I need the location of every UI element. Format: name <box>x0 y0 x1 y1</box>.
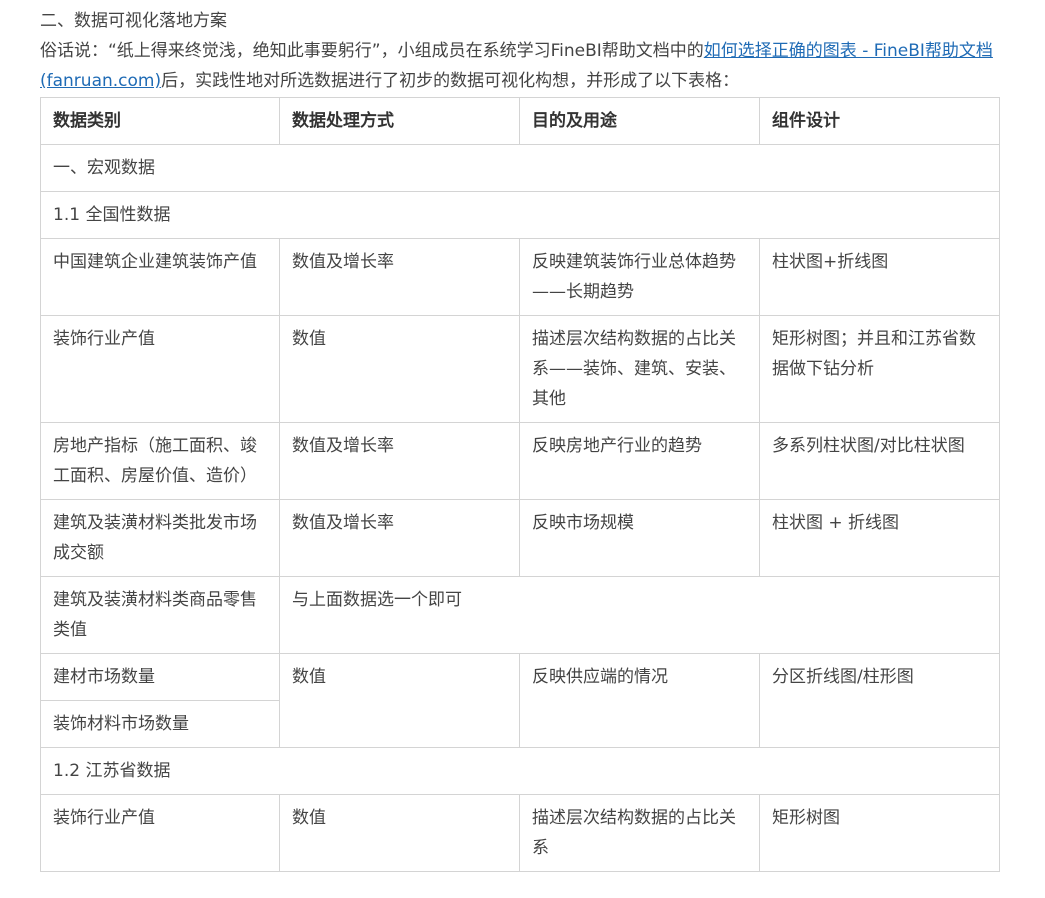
section-row: 1.1 全国性数据 <box>40 191 1000 239</box>
cell-method: 数值 <box>279 315 520 423</box>
cell-category: 房地产指标（施工面积、竣工面积、房屋价值、造价） <box>40 422 280 500</box>
cell-purpose: 描述层次结构数据的占比关系 <box>519 794 760 872</box>
cell-purpose: 描述层次结构数据的占比关系——装饰、建筑、安装、其他 <box>519 315 760 423</box>
cell-method: 数值及增长率 <box>279 422 520 500</box>
cell-method: 数值及增长率 <box>279 238 520 316</box>
table-row: 装饰行业产值 数值 描述层次结构数据的占比关系——装饰、建筑、安装、其他 矩形树… <box>40 315 1000 423</box>
cell-purpose: 反映房地产行业的趋势 <box>519 422 760 500</box>
table-row: 中国建筑企业建筑装饰产值 数值及增长率 反映建筑装饰行业总体趋势——长期趋势 柱… <box>40 238 1000 316</box>
table-row: 装饰行业产值 数值 描述层次结构数据的占比关系 矩形树图 <box>40 794 1000 872</box>
cell-category: 建筑及装潢材料类批发市场成交额 <box>40 499 280 577</box>
cell-method: 数值及增长率 <box>279 499 520 577</box>
intro-text-before: 俗话说：“纸上得来终觉浅，绝知此事要躬行”，小组成员在系统学习FineBI帮助文… <box>40 41 704 61</box>
table-row: 房地产指标（施工面积、竣工面积、房屋价值、造价） 数值及增长率 反映房地产行业的… <box>40 422 1000 500</box>
section-national-data: 1.1 全国性数据 <box>40 191 1000 239</box>
cell-design: 矩形树图 <box>759 794 1000 872</box>
visualization-plan-table: 数据类别 数据处理方式 目的及用途 组件设计 一、宏观数据 1.1 全国性数据 … <box>40 97 1000 872</box>
cell-method: 数值 <box>279 653 520 748</box>
cell-purpose: 反映供应端的情况 <box>519 653 760 748</box>
intro-text-after: 后，实践性地对所选数据进行了初步的数据可视化构想，并形成了以下表格： <box>161 71 740 91</box>
header-processing-method: 数据处理方式 <box>279 97 520 145</box>
section-heading: 二、数据可视化落地方案 <box>40 11 227 31</box>
cell-category: 装饰行业产值 <box>40 794 280 872</box>
cell-category: 装饰行业产值 <box>40 315 280 423</box>
cell-note: 与上面数据选一个即可 <box>279 576 1000 654</box>
intro-paragraph: 俗话说：“纸上得来终觉浅，绝知此事要躬行”，小组成员在系统学习FineBI帮助文… <box>40 36 1000 96</box>
cell-purpose: 反映市场规模 <box>519 499 760 577</box>
cell-design: 矩形树图；并且和江苏省数据做下钻分析 <box>759 315 1000 423</box>
cell-design: 多系列柱状图/对比柱状图 <box>759 422 1000 500</box>
document-body: 二、数据可视化落地方案 俗话说：“纸上得来终觉浅，绝知此事要躬行”，小组成员在系… <box>40 6 1000 872</box>
header-data-category: 数据类别 <box>40 97 280 145</box>
cell-method: 数值 <box>279 794 520 872</box>
cell-category: 中国建筑企业建筑装饰产值 <box>40 238 280 316</box>
cell-design: 柱状图+折线图 <box>759 238 1000 316</box>
table-row: 建筑及装潢材料类商品零售类值 与上面数据选一个即可 <box>40 576 1000 654</box>
cell-purpose: 反映建筑装饰行业总体趋势——长期趋势 <box>519 238 760 316</box>
header-purpose: 目的及用途 <box>519 97 760 145</box>
section-row: 1.2 江苏省数据 <box>40 747 1000 795</box>
cell-category: 装饰材料市场数量 <box>40 700 280 748</box>
section-jiangsu-data: 1.2 江苏省数据 <box>40 747 1000 795</box>
table-row: 建筑及装潢材料类批发市场成交额 数值及增长率 反映市场规模 柱状图 + 折线图 <box>40 499 1000 577</box>
cell-category: 建材市场数量 <box>40 653 280 701</box>
cell-design: 分区折线图/柱形图 <box>759 653 1000 748</box>
cell-category: 建筑及装潢材料类商品零售类值 <box>40 576 280 654</box>
cell-design: 柱状图 + 折线图 <box>759 499 1000 577</box>
section-macro-data: 一、宏观数据 <box>40 144 1000 192</box>
table-header-row: 数据类别 数据处理方式 目的及用途 组件设计 <box>40 97 1000 145</box>
header-component-design: 组件设计 <box>759 97 1000 145</box>
section-row: 一、宏观数据 <box>40 144 1000 192</box>
table-row: 建材市场数量 数值 反映供应端的情况 分区折线图/柱形图 <box>40 653 1000 748</box>
